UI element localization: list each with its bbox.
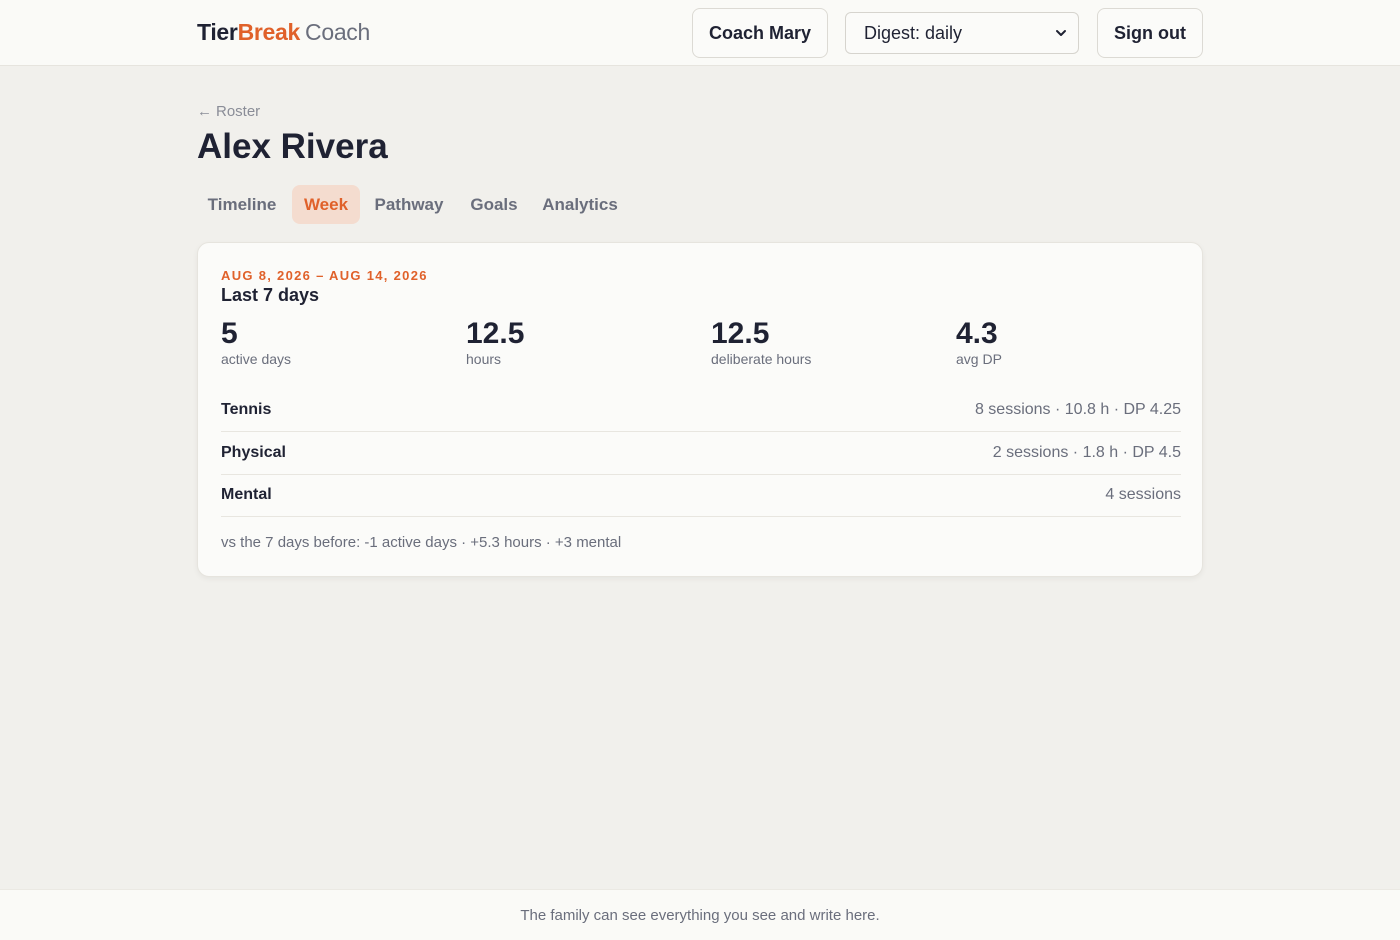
tab-week[interactable]: Week: [292, 185, 360, 224]
week-summary-card: AUG 8, 2026 – AUG 14, 2026 Last 7 days 5…: [197, 242, 1203, 577]
category-name: Mental: [221, 486, 272, 503]
stat-avg-dp: 4.3 avg DP: [956, 317, 1186, 367]
footer-text: The family can see everything you see an…: [520, 906, 880, 924]
category-row-tennis: Tennis 8 sessions · 10.8 h · DP 4.25: [221, 389, 1181, 432]
tab-timeline[interactable]: Timeline: [197, 185, 287, 224]
stat-value: 5: [221, 317, 238, 350]
category-row-physical: Physical 2 sessions · 1.8 h · DP 4.5: [221, 432, 1181, 475]
stat-value: 12.5: [466, 317, 525, 350]
stat-value: 4.3: [956, 317, 998, 350]
category-name: Tennis: [221, 401, 272, 418]
category-summary: 2 sessions · 1.8 h · DP 4.5: [992, 444, 1181, 461]
digest-select[interactable]: Digest: daily: [845, 12, 1079, 54]
card-title: Last 7 days: [221, 285, 320, 305]
brand-tier: Tier: [197, 19, 238, 45]
page-title: Alex Rivera: [197, 127, 388, 166]
tab-pathway[interactable]: Pathway: [367, 185, 451, 224]
back-arrow-icon: ←: [197, 103, 212, 120]
chevron-down-icon: [1056, 30, 1066, 36]
brand-coach: Coach: [305, 19, 371, 45]
stat-label: active days: [221, 351, 292, 367]
category-row-mental: Mental 4 sessions: [221, 474, 1181, 517]
tab-goals[interactable]: Goals: [459, 185, 529, 224]
top-bar: TierBreak Coach Coach Mary Digest: daily …: [0, 0, 1400, 66]
stat-label: avg DP: [956, 351, 1002, 367]
stat-active-days: 5 active days: [221, 317, 451, 367]
category-summary: 8 sessions · 10.8 h · DP 4.25: [974, 401, 1181, 418]
tab-analytics[interactable]: Analytics: [537, 185, 623, 224]
breadcrumb-label: Roster: [216, 103, 261, 120]
stat-label: deliberate hours: [711, 351, 812, 367]
breadcrumb[interactable]: ← Roster: [197, 103, 260, 120]
week-comparison: vs the 7 days before: -1 active days · +…: [221, 534, 622, 551]
sign-out-button[interactable]: Sign out: [1097, 8, 1203, 58]
coach-profile-button[interactable]: Coach Mary: [692, 8, 828, 58]
brand-logo[interactable]: TierBreak Coach: [197, 19, 370, 46]
brand-break: Break: [237, 19, 301, 45]
stat-hours: 12.5 hours: [466, 317, 696, 367]
category-summary: 4 sessions: [1105, 486, 1181, 503]
stat-value: 12.5: [711, 317, 770, 350]
footer-note: The family can see everything you see an…: [0, 889, 1400, 940]
date-range: AUG 8, 2026 – AUG 14, 2026: [221, 268, 428, 283]
category-name: Physical: [221, 444, 286, 461]
stat-deliberate-hours: 12.5 deliberate hours: [711, 317, 941, 367]
digest-select-value: Digest: daily: [864, 22, 963, 43]
stat-label: hours: [466, 351, 502, 367]
